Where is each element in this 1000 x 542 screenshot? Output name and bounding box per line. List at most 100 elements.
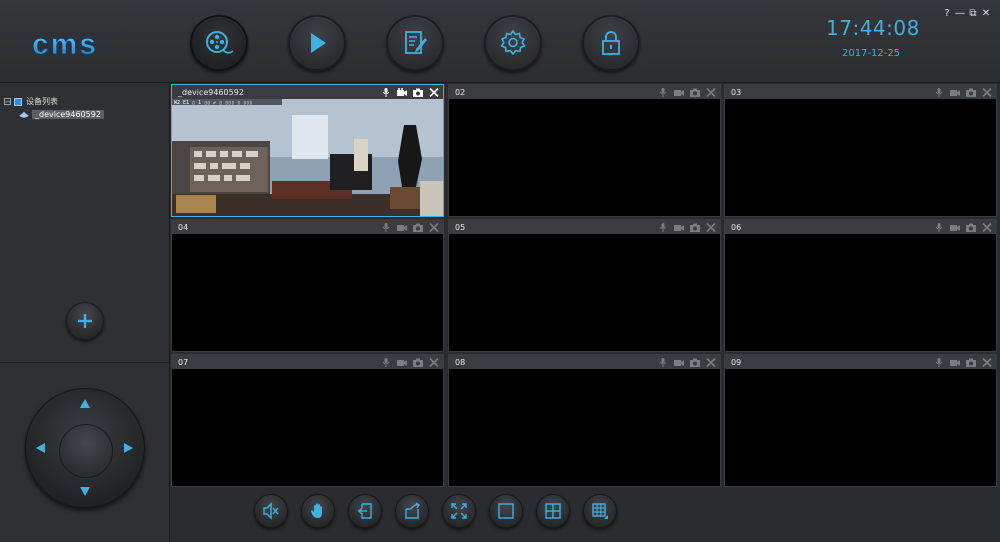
record-video-icon[interactable] (950, 88, 960, 97)
microphone-icon[interactable] (381, 357, 391, 367)
cell-icons (381, 357, 439, 367)
help-button[interactable]: ? (942, 8, 952, 20)
snapshot-camera-icon[interactable] (966, 358, 976, 367)
layout-single-button[interactable] (489, 494, 523, 528)
snapshot-camera-icon[interactable] (966, 88, 976, 97)
snapshot-camera-icon[interactable] (690, 88, 700, 97)
close-stream-icon[interactable] (982, 87, 992, 97)
video-cell-4[interactable]: 04 (171, 219, 444, 352)
record-video-icon[interactable] (397, 358, 407, 367)
mute-button[interactable] (254, 494, 288, 528)
close-stream-icon[interactable] (706, 357, 716, 367)
tree-root[interactable]: − 设备列表 (4, 95, 104, 108)
tree-root-label: 设备列表 (26, 97, 58, 106)
export-button[interactable] (395, 494, 429, 528)
layout-quad-button[interactable] (536, 494, 570, 528)
video-grid: _device9460592 W2 E1 ▯ 1 ▯▯ ✔ ▯ ▯▯▯ ▯ ▯▯… (171, 84, 998, 488)
panel-divider (0, 362, 169, 363)
close-stream-icon[interactable] (982, 357, 992, 367)
close-stream-icon[interactable] (706, 222, 716, 232)
close-stream-icon[interactable] (982, 222, 992, 232)
stop-all-button[interactable] (301, 494, 335, 528)
cms-logo: cms (32, 30, 96, 60)
restore-button[interactable]: ⧉ (968, 8, 978, 20)
cell-title: 07 (178, 357, 189, 367)
microphone-icon[interactable] (934, 87, 944, 97)
cell-icons (658, 222, 716, 232)
minimize-button[interactable]: — (955, 8, 965, 20)
snapshot-camera-icon[interactable] (690, 223, 700, 232)
device-tree: − 设备列表 _device9460592 (4, 95, 104, 121)
ptz-center-button[interactable] (59, 424, 113, 478)
snapshot-camera-icon[interactable] (413, 223, 423, 232)
cell-title-bar: 07 (172, 355, 443, 369)
layout-nine-icon (592, 503, 608, 519)
ptz-up-arrow-icon[interactable] (80, 399, 90, 408)
cell-title: 08 (455, 357, 466, 367)
ptz-down-arrow-icon[interactable] (80, 487, 90, 496)
nav-log-button[interactable] (386, 15, 444, 71)
cell-icons (381, 222, 439, 232)
camera-icon (19, 111, 29, 118)
record-video-icon[interactable] (397, 87, 407, 97)
microphone-icon[interactable] (934, 357, 944, 367)
layout-nine-button[interactable] (583, 494, 617, 528)
record-video-icon[interactable] (674, 223, 684, 232)
video-cell-1[interactable]: _device9460592 W2 E1 ▯ 1 ▯▯ ✔ ▯ ▯▯▯ ▯ ▯▯… (171, 84, 444, 217)
snapshot-camera-icon[interactable] (413, 358, 423, 367)
close-stream-icon[interactable] (429, 222, 439, 232)
bottom-toolbar (171, 488, 1000, 542)
snapshot-camera-icon[interactable] (966, 223, 976, 232)
snapshot-camera-icon[interactable] (413, 88, 423, 97)
record-video-icon[interactable] (950, 223, 960, 232)
close-stream-icon[interactable] (429, 357, 439, 367)
microphone-icon[interactable] (658, 87, 668, 97)
import-button[interactable] (348, 494, 382, 528)
cell-title-bar: 02 (449, 85, 720, 99)
clock-time: 17:44:08 (826, 16, 920, 40)
record-video-icon[interactable] (674, 358, 684, 367)
fullscreen-button[interactable] (442, 494, 476, 528)
microphone-icon[interactable] (658, 222, 668, 232)
export-icon (405, 502, 420, 519)
tree-device-label: _device9460592 (32, 110, 104, 119)
cell-title-bar: 03 (725, 85, 996, 99)
cell-title-bar: 05 (449, 220, 720, 234)
cell-icons (934, 357, 992, 367)
video-cell-7[interactable]: 07 (171, 354, 444, 487)
nav-lock-button[interactable] (582, 15, 640, 71)
cell-title: 09 (731, 357, 742, 367)
window-controls: ? — ⧉ ✕ (942, 8, 991, 20)
video-cell-8[interactable]: 08 (448, 354, 721, 487)
record-video-icon[interactable] (950, 358, 960, 367)
close-stream-icon[interactable] (706, 87, 716, 97)
microphone-icon[interactable] (381, 222, 391, 232)
nav-monitor-button[interactable] (190, 15, 248, 71)
close-button[interactable]: ✕ (981, 8, 991, 20)
tree-device-item[interactable]: _device9460592 (19, 108, 104, 121)
cell-title-bar: _device9460592 (172, 85, 443, 99)
microphone-icon[interactable] (381, 87, 391, 97)
ptz-right-arrow-icon[interactable] (124, 443, 133, 453)
left-panel: − 设备列表 _device9460592 (0, 83, 170, 542)
cell-title-bar: 08 (449, 355, 720, 369)
collapse-toggle[interactable]: − (4, 98, 11, 106)
snapshot-camera-icon[interactable] (690, 358, 700, 367)
video-cell-3[interactable]: 03 (724, 84, 997, 217)
video-cell-5[interactable]: 05 (448, 219, 721, 352)
ptz-left-arrow-icon[interactable] (36, 443, 45, 453)
nav-settings-button[interactable] (484, 15, 542, 71)
cell-title-bar: 09 (725, 355, 996, 369)
microphone-icon[interactable] (658, 357, 668, 367)
video-cell-2[interactable]: 02 (448, 84, 721, 217)
record-video-icon[interactable] (674, 88, 684, 97)
record-video-icon[interactable] (397, 223, 407, 232)
video-cell-6[interactable]: 06 (724, 219, 997, 352)
microphone-icon[interactable] (934, 222, 944, 232)
cell-icons (934, 87, 992, 97)
add-device-button[interactable] (66, 302, 104, 340)
nav-playback-button[interactable] (288, 15, 346, 71)
video-cell-9[interactable]: 09 (724, 354, 997, 487)
cell-title: 03 (731, 87, 742, 97)
close-stream-icon[interactable] (429, 87, 439, 97)
